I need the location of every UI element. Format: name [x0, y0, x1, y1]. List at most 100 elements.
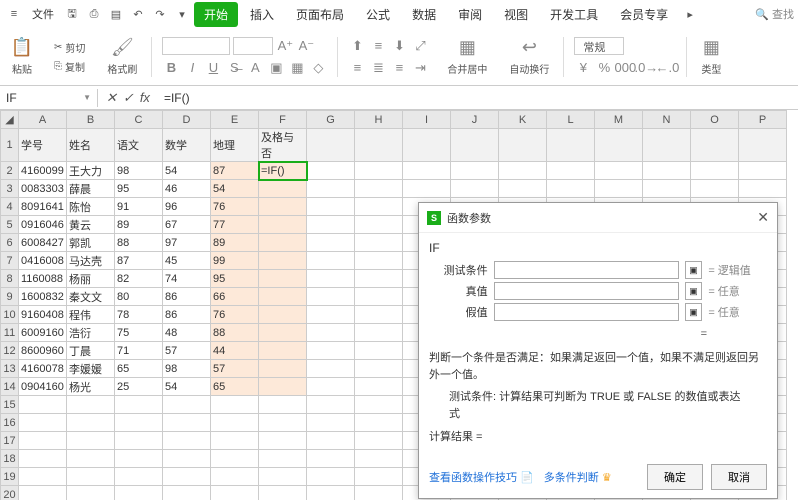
multi-cond-link[interactable]: 多条件判断 ♛ [544, 469, 612, 485]
row-header-1[interactable]: 1 [1, 129, 19, 162]
cell[interactable]: 82 [115, 270, 163, 288]
cell[interactable] [355, 288, 403, 306]
row-header-3[interactable]: 3 [1, 180, 19, 198]
row-header-15[interactable]: 15 [1, 396, 19, 414]
cell[interactable]: 99 [211, 252, 259, 270]
cell[interactable] [259, 468, 307, 486]
align-center-icon[interactable]: ≣ [369, 59, 387, 77]
cell[interactable]: 丁晨 [67, 342, 115, 360]
number-format-select[interactable]: 常规 [574, 37, 624, 55]
cell[interactable]: 91 [115, 198, 163, 216]
cell[interactable]: 65 [211, 378, 259, 396]
cell[interactable]: 95 [211, 270, 259, 288]
cell[interactable]: 秦文文 [67, 288, 115, 306]
cell[interactable] [115, 414, 163, 432]
cell[interactable]: 薛晨 [67, 180, 115, 198]
col-header-I[interactable]: I [403, 111, 451, 129]
cell[interactable] [643, 129, 691, 162]
font-size-select[interactable] [233, 37, 273, 55]
cell[interactable]: 0416008 [19, 252, 67, 270]
cell[interactable]: 杨光 [67, 378, 115, 396]
fill-color-button[interactable]: ▣ [267, 59, 285, 77]
align-bot-icon[interactable]: ⬇ [390, 37, 408, 55]
cell[interactable] [307, 450, 355, 468]
cell[interactable] [691, 162, 739, 180]
cell[interactable] [259, 306, 307, 324]
font-family-select[interactable] [162, 37, 230, 55]
cell[interactable] [211, 432, 259, 450]
cell[interactable] [19, 468, 67, 486]
cell[interactable] [259, 396, 307, 414]
cell[interactable] [595, 180, 643, 198]
cell[interactable] [67, 432, 115, 450]
file-menu[interactable]: 文件 [26, 4, 60, 24]
cell[interactable] [451, 162, 499, 180]
cell[interactable]: 98 [163, 360, 211, 378]
cell[interactable] [259, 486, 307, 500]
tab-formula[interactable]: 公式 [356, 2, 400, 27]
cell[interactable] [355, 324, 403, 342]
cell[interactable] [499, 129, 547, 162]
cell[interactable]: 0904160 [19, 378, 67, 396]
row-header-6[interactable]: 6 [1, 234, 19, 252]
cell[interactable]: 程伟 [67, 306, 115, 324]
cell-header[interactable]: 数学 [163, 129, 211, 162]
row-header-18[interactable]: 18 [1, 450, 19, 468]
cell[interactable] [739, 162, 787, 180]
cell[interactable] [355, 342, 403, 360]
name-box[interactable]: IF ▼ [0, 89, 98, 107]
cell[interactable] [355, 450, 403, 468]
cell[interactable]: 4160099 [19, 162, 67, 180]
cell[interactable] [115, 486, 163, 500]
cell[interactable] [595, 129, 643, 162]
cell[interactable] [259, 270, 307, 288]
cell[interactable] [163, 414, 211, 432]
cell[interactable] [547, 180, 595, 198]
cancel-button[interactable]: 取消 [711, 464, 767, 490]
cell[interactable] [691, 180, 739, 198]
row-header-2[interactable]: 2 [1, 162, 19, 180]
row-header-12[interactable]: 12 [1, 342, 19, 360]
align-right-icon[interactable]: ≡ [390, 59, 408, 77]
currency-icon[interactable]: ¥ [574, 59, 592, 77]
hamburger-icon[interactable]: ≡ [4, 4, 24, 24]
format-painter-button[interactable]: 格式刷 [103, 60, 141, 77]
row-header-9[interactable]: 9 [1, 288, 19, 306]
cell[interactable]: 57 [163, 342, 211, 360]
cell[interactable] [19, 486, 67, 500]
bold-button[interactable]: B [162, 59, 180, 77]
col-header-J[interactable]: J [451, 111, 499, 129]
col-header-H[interactable]: H [355, 111, 403, 129]
cell[interactable] [499, 180, 547, 198]
cell[interactable] [307, 486, 355, 500]
cell[interactable] [307, 234, 355, 252]
comma-icon[interactable]: 000 [616, 59, 634, 77]
cell[interactable] [307, 414, 355, 432]
formula-bar[interactable]: =IF() [158, 89, 798, 107]
row-header-17[interactable]: 17 [1, 432, 19, 450]
cell[interactable] [67, 486, 115, 500]
ok-button[interactable]: 确定 [647, 464, 703, 490]
cell[interactable]: 95 [115, 180, 163, 198]
cell[interactable] [355, 396, 403, 414]
cell[interactable]: 86 [163, 306, 211, 324]
cell-header[interactable]: 地理 [211, 129, 259, 162]
cell[interactable] [115, 468, 163, 486]
cell[interactable]: 96 [163, 198, 211, 216]
align-mid-icon[interactable]: ≡ [369, 37, 387, 55]
dec-decimal-icon[interactable]: ←.0 [658, 59, 676, 77]
cell[interactable]: 87 [211, 162, 259, 180]
cell[interactable] [259, 324, 307, 342]
cell[interactable] [643, 180, 691, 198]
cell-header[interactable]: 学号 [19, 129, 67, 162]
cell[interactable]: 66 [211, 288, 259, 306]
cell[interactable]: 87 [115, 252, 163, 270]
cell[interactable] [19, 396, 67, 414]
cell[interactable]: 97 [163, 234, 211, 252]
cell[interactable]: 杨丽 [67, 270, 115, 288]
cell[interactable]: 71 [115, 342, 163, 360]
cell[interactable] [355, 432, 403, 450]
tab-insert[interactable]: 插入 [240, 2, 284, 27]
param-input-0[interactable] [494, 261, 679, 279]
cell[interactable] [259, 180, 307, 198]
